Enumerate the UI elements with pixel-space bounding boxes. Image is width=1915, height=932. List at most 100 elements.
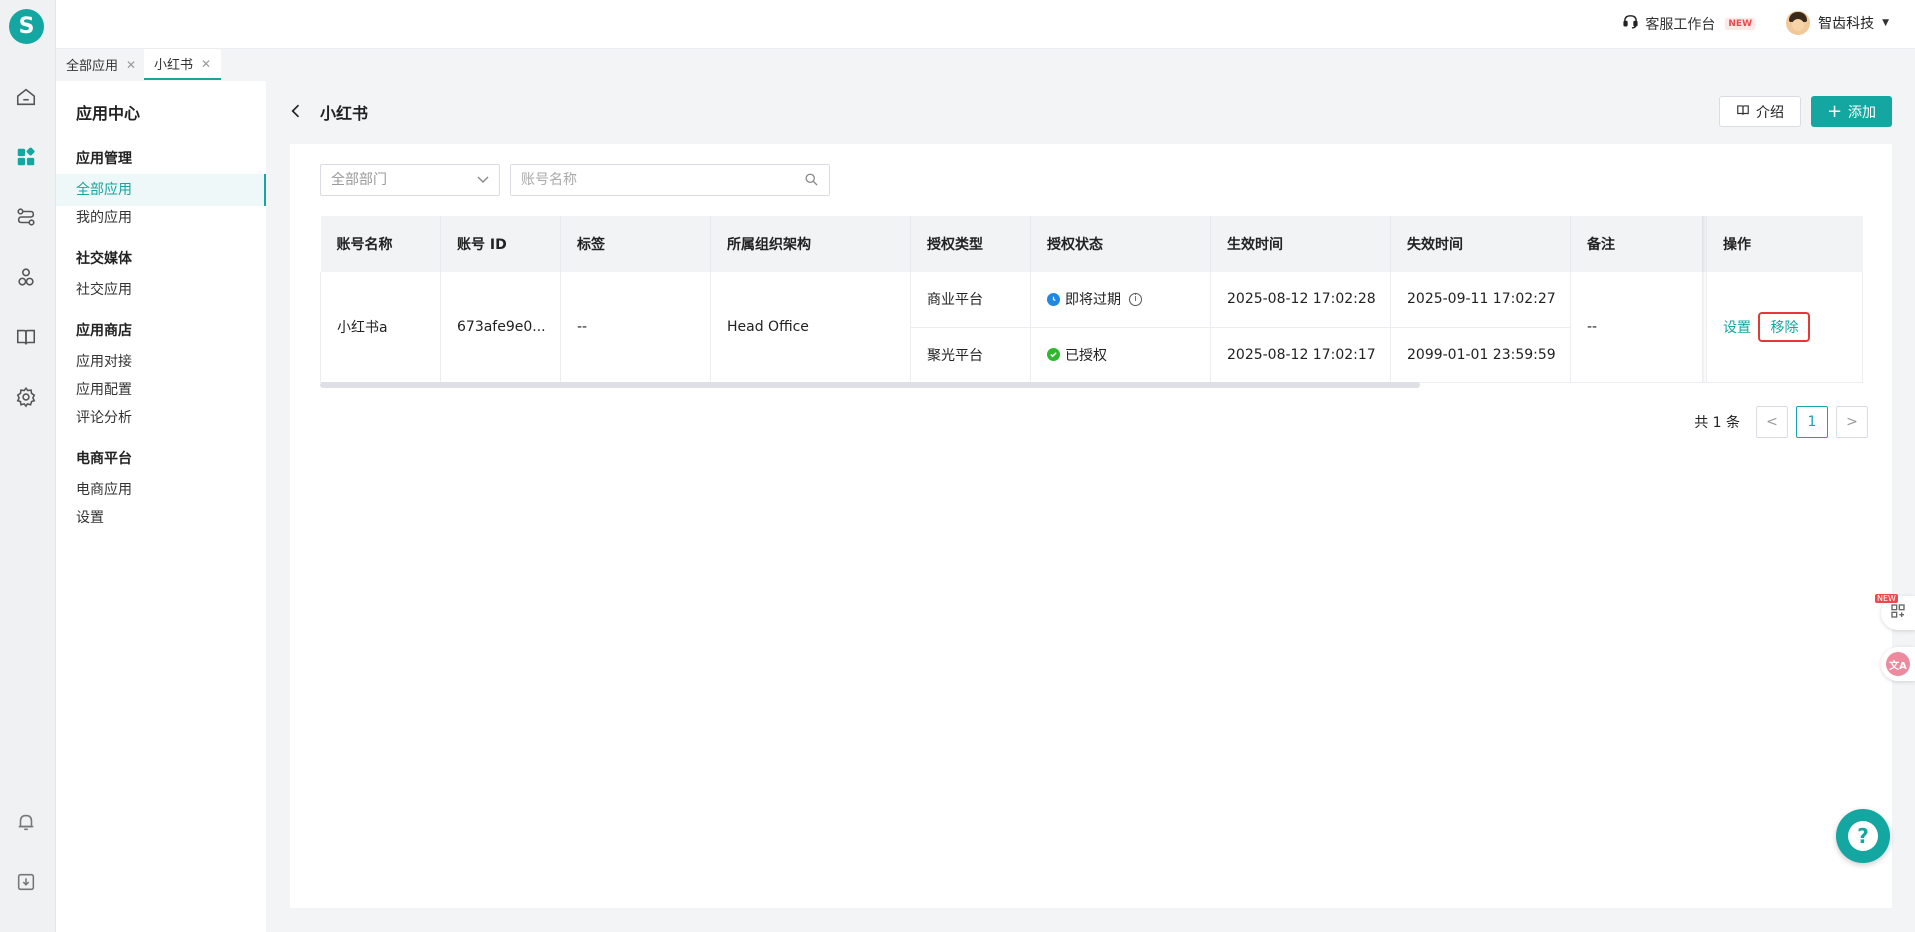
sidebar-item-settings[interactable]: 设置 (56, 502, 266, 534)
table-row: 小红书a 673afe9e0... -- Head Office 商业平台 即将… (320, 272, 1863, 383)
org-cell: Head Office (710, 272, 911, 383)
column-header: 授权类型 (910, 216, 1031, 272)
column-header: 生效时间 (1210, 216, 1391, 272)
sidebar-title: 应用中心 (76, 104, 141, 123)
download-icon[interactable] (13, 869, 39, 895)
icon-rail: S (0, 0, 56, 932)
floating-translate-button[interactable]: 文A (1881, 647, 1915, 681)
start-time-cell: 2025-08-12 17:02:17 (1210, 327, 1391, 383)
apps-icon[interactable] (13, 144, 39, 170)
bell-icon[interactable] (13, 809, 39, 835)
auth-status-cell: 已授权 (1030, 327, 1211, 383)
cs-desk-label: 客服工作台 (1645, 16, 1716, 33)
add-label: 添加 (1848, 104, 1877, 121)
tab-all-apps[interactable]: 全部应用 ✕ (56, 49, 146, 80)
search-icon[interactable] (804, 172, 819, 191)
sidebar-group-title: 社交媒体 (76, 251, 132, 267)
account-name-cell: 小红书a (320, 272, 441, 383)
page-number-button[interactable]: 1 (1796, 406, 1828, 438)
column-header: 操作 (1706, 216, 1863, 272)
tab-label: 全部应用 (66, 59, 119, 74)
start-time-cell: 2025-08-12 17:02:28 (1210, 272, 1391, 328)
plus-icon: + (1826, 100, 1843, 122)
sidebar-item-social-apps[interactable]: 社交应用 (56, 274, 266, 306)
sidebar-item-review-analysis[interactable]: 评论分析 (56, 402, 266, 434)
new-badge: NEW (1875, 594, 1898, 603)
add-button[interactable]: + 添加 (1811, 96, 1892, 127)
sidebar-group-title: 应用商店 (76, 323, 132, 339)
fixed-column-shadow (1702, 216, 1706, 382)
accounts-table: 账号名称 账号 ID 标签 所属组织架构 授权类型 授权状态 生效时间 失效时间… (320, 216, 1863, 383)
sidebar-group-title: 应用管理 (76, 151, 132, 167)
pagination: 共 1 条 < 1 > (1694, 406, 1868, 438)
status-text: 即将过期 (1065, 292, 1121, 309)
info-icon[interactable]: i (1129, 292, 1142, 306)
help-button[interactable]: ? (1836, 809, 1890, 863)
help-icon: ? (1848, 821, 1878, 851)
home-icon[interactable] (13, 84, 39, 110)
column-header: 失效时间 (1390, 216, 1571, 272)
intro-button[interactable]: 介绍 (1719, 96, 1801, 127)
book-open-icon (1736, 103, 1750, 121)
auth-type-cell: 聚光平台 (910, 327, 1031, 383)
horizontal-scrollbar[interactable] (320, 382, 1420, 388)
settings-icon[interactable] (13, 384, 39, 410)
note-cell: -- (1570, 272, 1707, 383)
user-name: 智齿科技 (1818, 16, 1875, 32)
brand-logo[interactable]: S (9, 9, 44, 44)
column-header: 所属组织架构 (710, 216, 911, 272)
column-header: 标签 (560, 216, 711, 272)
next-page-button[interactable]: > (1836, 406, 1868, 438)
remove-link[interactable]: 移除 (1758, 311, 1811, 342)
column-header: 账号 ID (440, 216, 561, 272)
tag-cell: -- (560, 272, 711, 383)
floating-apps-button[interactable]: NEW (1875, 594, 1915, 630)
avatar (1786, 11, 1811, 35)
content-card: 全部部门 账号名称 账号 ID 标签 所属组织架构 授权类型 授权状态 生效时间… (290, 144, 1892, 908)
end-time-cell: 2099-01-01 23:59:59 (1390, 327, 1571, 383)
book-icon[interactable] (13, 324, 39, 350)
sidebar-item-my-apps[interactable]: 我的应用 (56, 202, 266, 234)
auth-type-cell: 商业平台 (910, 272, 1031, 328)
search-input[interactable] (511, 165, 791, 195)
page-tabs: 全部应用 ✕ 小红书 ✕ (56, 49, 1915, 81)
new-badge: NEW (1725, 17, 1755, 30)
column-header: 账号名称 (320, 216, 441, 272)
department-select-value: 全部部门 (331, 172, 387, 188)
cs-desk-link[interactable]: 客服工作台 NEW (1622, 13, 1755, 34)
total-count: 共 1 条 (1694, 415, 1740, 431)
close-icon[interactable]: ✕ (201, 57, 211, 71)
status-text: 已授权 (1065, 347, 1107, 364)
top-header: 客服工作台 NEW 智齿科技 ▼ (56, 0, 1915, 49)
back-arrow-icon[interactable] (286, 101, 306, 121)
actions-cell: 设置 移除 (1706, 272, 1863, 383)
chevron-down-icon (477, 165, 489, 206)
main-header: 小红书 介绍 + 添加 (266, 81, 1915, 144)
department-select[interactable]: 全部部门 (320, 164, 500, 196)
grid-plus-icon (1890, 603, 1906, 623)
page-title: 小红书 (320, 104, 369, 123)
prev-page-button[interactable]: < (1756, 406, 1788, 438)
column-header: 备注 (1570, 216, 1707, 272)
clock-icon (1047, 292, 1060, 306)
tab-xiaohongshu[interactable]: 小红书 ✕ (144, 49, 222, 80)
end-time-cell: 2025-09-11 17:02:27 (1390, 272, 1571, 328)
tab-label: 小红书 (154, 58, 194, 73)
table-header-row: 账号名称 账号 ID 标签 所属组织架构 授权类型 授权状态 生效时间 失效时间… (320, 216, 1863, 272)
settings-link[interactable]: 设置 (1723, 320, 1751, 336)
column-header: 授权状态 (1030, 216, 1211, 272)
user-menu[interactable]: 智齿科技 ▼ (1786, 11, 1889, 35)
auth-status-cell: 即将过期 i (1030, 272, 1211, 328)
close-icon[interactable]: ✕ (126, 58, 136, 72)
account-id-cell: 673afe9e0... (440, 272, 561, 383)
app-center-sidebar: 应用中心 应用管理 全部应用 我的应用 社交媒体 社交应用 应用商店 应用对接 … (56, 81, 266, 932)
workflow-icon[interactable] (13, 204, 39, 230)
translate-icon: 文A (1886, 652, 1910, 676)
account-search (510, 164, 830, 196)
intro-label: 介绍 (1756, 104, 1784, 121)
check-circle-icon (1047, 348, 1060, 361)
crm-icon[interactable] (13, 264, 39, 290)
caret-down-icon: ▼ (1882, 18, 1889, 28)
sidebar-group-title: 电商平台 (76, 451, 132, 467)
headset-icon (1622, 13, 1639, 34)
